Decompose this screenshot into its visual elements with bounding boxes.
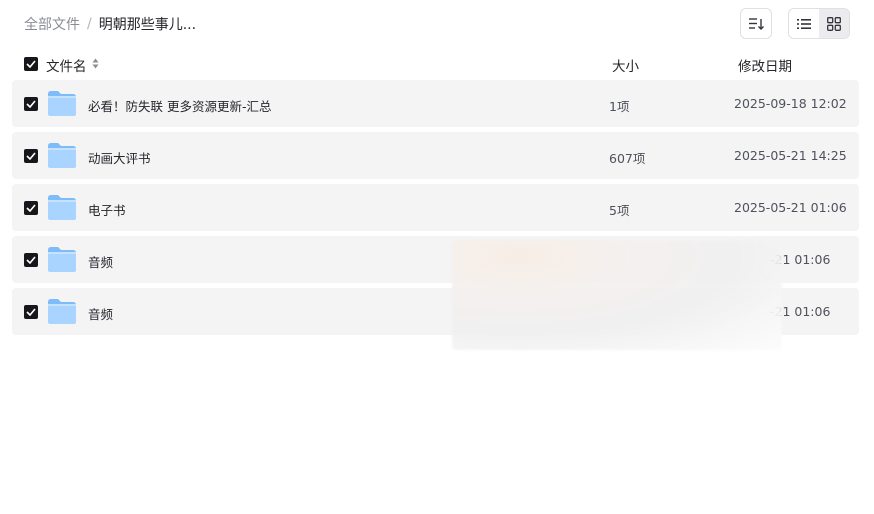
grid-view-icon [827, 16, 841, 31]
folder-icon [48, 143, 76, 168]
file-size: 607项 [609, 151, 646, 166]
checkmark-icon [26, 100, 36, 108]
checkmark-icon [26, 152, 36, 160]
file-size: 1项 [609, 99, 630, 114]
checkmark-icon [26, 60, 36, 68]
file-modified-date: 2025-05-21 01:06 [734, 200, 847, 215]
file-size: 5项 [609, 203, 630, 218]
view-mode-toggle [788, 8, 850, 39]
file-modified-date: 2025-09-18 12:02 [734, 96, 847, 111]
breadcrumb: 全部文件 / 明朝那些事儿... [24, 14, 196, 34]
sort-button[interactable] [740, 8, 772, 39]
sort-caret-icon[interactable] [92, 57, 99, 73]
file-table-header: 文件名 大小 修改日期 [12, 52, 859, 76]
file-row[interactable]: 必看！防失联 更多资源更新-汇总 1项 2025-09-18 12:02 [12, 80, 859, 127]
folder-icon [48, 299, 76, 324]
folder-icon [48, 247, 76, 272]
name-column-header[interactable]: 文件名 [46, 55, 99, 75]
row-checkbox[interactable] [24, 201, 38, 215]
breadcrumb-root-link[interactable]: 全部文件 [24, 14, 80, 34]
file-name[interactable]: 动画大评书 [88, 148, 151, 167]
file-modified-date: 2025-05-21 14:25 [734, 148, 847, 163]
folder-icon [48, 195, 76, 220]
checkmark-icon [26, 256, 36, 264]
file-row[interactable]: 动画大评书 607项 2025-05-21 14:25 [12, 132, 859, 179]
breadcrumb-current-folder: 明朝那些事儿... [98, 17, 197, 33]
checkmark-icon [26, 204, 36, 212]
date-column-header[interactable]: 修改日期 [738, 55, 792, 75]
name-column-label: 文件名 [46, 59, 87, 75]
file-name[interactable]: 电子书 [88, 200, 126, 219]
list-view-icon [797, 18, 811, 29]
row-checkbox[interactable] [24, 253, 38, 267]
row-checkbox[interactable] [24, 305, 38, 319]
file-name[interactable]: 必看！防失联 更多资源更新-汇总 [88, 96, 272, 115]
breadcrumb-separator: / [87, 16, 92, 32]
blurred-overlay [452, 240, 782, 350]
file-row[interactable]: 电子书 5项 2025-05-21 01:06 [12, 184, 859, 231]
sort-lines-icon [749, 17, 764, 30]
row-checkbox[interactable] [24, 97, 38, 111]
checkmark-icon [26, 308, 36, 316]
row-checkbox[interactable] [24, 149, 38, 163]
grid-view-button[interactable] [819, 9, 849, 38]
folder-icon [48, 91, 76, 116]
file-name[interactable]: 音频 [88, 304, 113, 323]
select-all-checkbox[interactable] [24, 57, 38, 71]
file-name[interactable]: 音频 [88, 252, 113, 271]
size-column-header[interactable]: 大小 [612, 55, 639, 75]
list-view-button[interactable] [789, 9, 819, 38]
